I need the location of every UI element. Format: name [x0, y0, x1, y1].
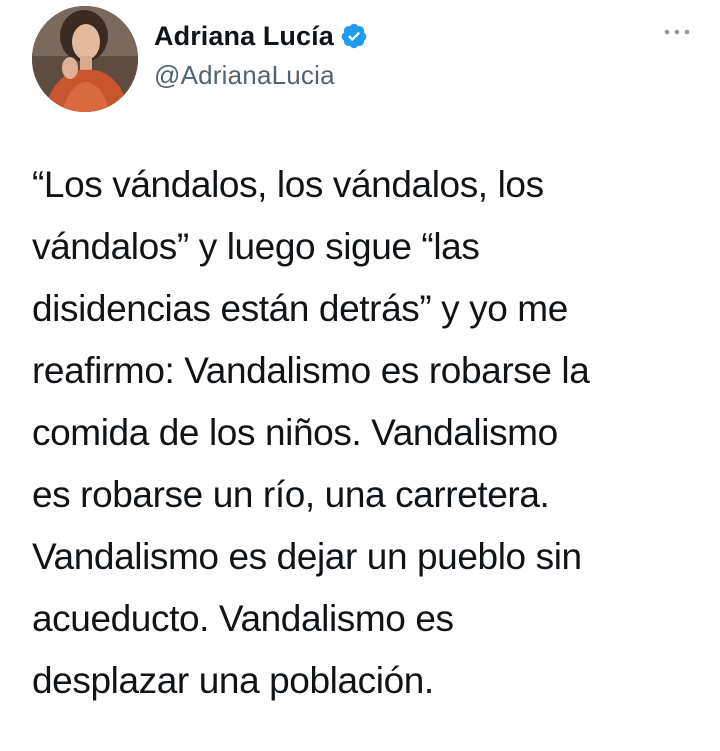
tweet-text-line: desplazar una población. — [32, 660, 434, 701]
verified-badge-icon — [340, 22, 368, 50]
tweet-text-line: reafirmo: Vandalismo es robarse la — [32, 350, 590, 391]
tweet-text-line: Vandalismo es dejar un pueblo sin — [32, 536, 582, 577]
author-handle[interactable]: @AdrianaLucia — [154, 60, 368, 91]
avatar[interactable] — [32, 6, 138, 112]
tweet-text: “Los vándalos, los vándalos, los vándalo… — [32, 154, 692, 712]
tweet-text-line: es robarse un río, una carretera. — [32, 474, 550, 515]
tweet-text-line: acueducto. Vandalismo es — [32, 598, 454, 639]
author-identity: Adriana Lucía @AdrianaLucia — [154, 16, 368, 91]
more-options-icon[interactable] — [662, 24, 692, 40]
tweet-text-line: vándalos” y luego sigue “las — [32, 226, 480, 267]
display-name[interactable]: Adriana Lucía — [154, 21, 334, 52]
name-row: Adriana Lucía — [154, 16, 368, 56]
tweet-header: Adriana Lucía @AdrianaLucia — [32, 6, 692, 112]
tweet-text-line: comida de los niños. Vandalismo — [32, 412, 558, 453]
avatar-photo — [32, 6, 138, 112]
tweet-text-line: “Los vándalos, los vándalos, los — [32, 164, 544, 205]
tweet-card: Adriana Lucía @AdrianaLucia “Los vándalo… — [0, 0, 720, 751]
tweet-text-line: disidencias están detrás” y yo me — [32, 288, 568, 329]
